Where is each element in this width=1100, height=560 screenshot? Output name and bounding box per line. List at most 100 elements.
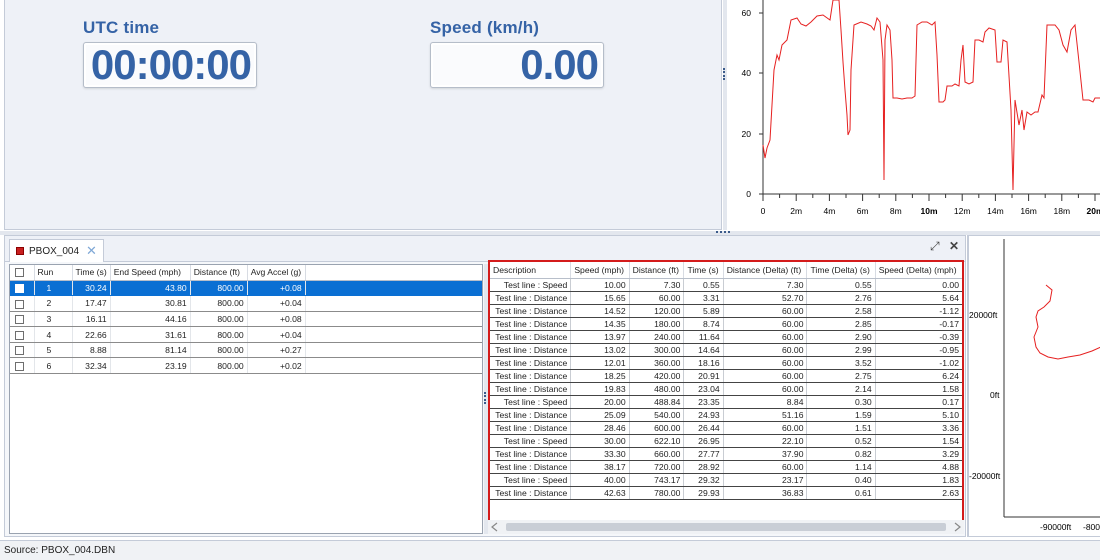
detail-cell: 5.89 <box>683 304 724 318</box>
detail-col-time-delta[interactable]: Time (Delta) (s) <box>806 262 876 279</box>
close-panel-icon[interactable]: ✕ <box>949 239 959 253</box>
detail-cell: 60.00 <box>723 356 808 370</box>
detail-row[interactable]: Test line : Distance 13.97 240.00 11.64 60.0… <box>490 330 962 344</box>
detail-cell: 0.82 <box>806 447 876 461</box>
detail-row[interactable]: Test line : Distance 14.52 120.00 5.89 60.00… <box>490 304 962 318</box>
detail-cell: 1.59 <box>806 408 876 422</box>
splitter-grip-icon <box>723 68 725 80</box>
checkbox-icon <box>15 299 24 309</box>
detail-row[interactable]: Test line : Distance 12.01 360.00 18.16 60.0… <box>490 356 962 370</box>
detail-cell: 3.52 <box>806 356 876 370</box>
select-all-checkbox[interactable] <box>10 265 35 281</box>
run-cell: +0.02 <box>247 357 306 375</box>
detail-cell: 13.02 <box>570 343 630 357</box>
detail-col-distance-delta[interactable]: Distance (Delta) (ft) <box>723 262 808 279</box>
detail-cell: Test line : Distance <box>490 369 572 383</box>
detail-cell: 1.51 <box>806 421 876 435</box>
runs-col-time[interactable]: Time (s) <box>72 265 111 281</box>
detail-row[interactable]: Test line : Distance 42.63 780.00 29.93 36.8… <box>490 486 962 500</box>
detail-row[interactable]: Test line : Distance 14.35 180.00 8.74 60.00… <box>490 317 962 331</box>
run-filler-cell <box>305 342 482 359</box>
run-cell: +0.08 <box>247 311 306 328</box>
detail-cell: Test line : Distance <box>490 486 572 500</box>
detail-row[interactable]: Test line : Distance 13.02 300.00 14.64 60.0… <box>490 343 962 357</box>
detail-cell: 28.46 <box>570 421 630 435</box>
position-chart-pane: 20000ft 0ft -20000ft -90000ft -8000 <box>967 235 1100 537</box>
close-icon[interactable]: ✕ <box>86 243 97 259</box>
run-checkbox[interactable] <box>10 295 35 312</box>
position-x-tick: -8000 <box>1083 522 1100 532</box>
detail-col-distance[interactable]: Distance (ft) <box>629 262 685 279</box>
detail-cell: 18.16 <box>683 356 724 370</box>
speed-chart-pane: 0 20 40 60 0 2m 4m 6m 8m 10m 12m 14m 16m 18m 20m <box>727 0 1100 230</box>
run-cell: 5 <box>34 342 73 359</box>
runs-col-avg-accel[interactable]: Avg Accel (g) <box>247 265 306 281</box>
detail-header-row: Description Speed (mph) Distance (ft) Ti… <box>490 262 962 279</box>
detail-cell: 540.00 <box>629 408 685 422</box>
detail-row[interactable]: Test line : Speed 40.00 743.17 29.32 23.17 0.… <box>490 473 962 487</box>
run-row[interactable]: 2 17.47 30.81 800.00 +0.04 <box>10 295 482 312</box>
detail-cell: 27.77 <box>683 447 724 461</box>
detail-cell: 14.52 <box>570 304 630 318</box>
detail-row[interactable]: Test line : Distance 38.17 720.00 28.92 60.0… <box>490 460 962 474</box>
detail-row[interactable]: Test line : Distance 33.30 660.00 27.77 37.9… <box>490 447 962 461</box>
detail-cell: 1.14 <box>806 460 876 474</box>
detail-cell: Test line : Distance <box>490 460 572 474</box>
detail-cell: 60.00 <box>723 460 808 474</box>
detail-cell: Test line : Distance <box>490 382 572 396</box>
horizontal-scrollbar[interactable] <box>488 520 964 534</box>
detail-cell: 1.83 <box>875 473 962 487</box>
detail-cell: 5.10 <box>875 408 962 422</box>
runs-col-end-speed[interactable]: End Speed (mph) <box>110 265 191 281</box>
detail-cell: 300.00 <box>629 343 685 357</box>
run-row[interactable]: 4 22.66 31.61 800.00 +0.04 <box>10 326 482 343</box>
split-detail-table: Description Speed (mph) Distance (ft) Ti… <box>488 260 964 530</box>
runs-col-distance[interactable]: Distance (ft) <box>190 265 248 281</box>
detail-cell: 29.32 <box>683 473 724 487</box>
run-checkbox[interactable] <box>10 342 35 359</box>
detail-cell: 60.00 <box>723 382 808 396</box>
run-cell: 800.00 <box>190 342 248 359</box>
detail-cell: 1.58 <box>875 382 962 396</box>
detail-row[interactable]: Test line : Distance 28.46 600.00 26.44 60.0… <box>490 421 962 435</box>
run-checkbox[interactable] <box>10 311 35 328</box>
runs-col-run[interactable]: Run <box>34 265 73 281</box>
expand-icon[interactable]: ⤢ <box>930 239 940 254</box>
detail-col-time[interactable]: Time (s) <box>683 262 724 279</box>
run-checkbox[interactable] <box>10 357 35 375</box>
detail-row[interactable]: Test line : Speed 10.00 7.30 0.55 7.30 0.55 0.… <box>490 278 962 292</box>
run-checkbox[interactable] <box>10 326 35 343</box>
run-cell: 30.81 <box>110 295 191 312</box>
detail-row[interactable]: Test line : Speed 30.00 622.10 26.95 22.10 0.… <box>490 434 962 448</box>
speed-x-tick: 10m <box>920 206 937 216</box>
detail-row[interactable]: Test line : Distance 19.83 480.00 23.04 60.0… <box>490 382 962 396</box>
detail-cell: 11.64 <box>683 330 724 344</box>
run-checkbox[interactable] <box>10 280 35 297</box>
run-row[interactable]: 6 32.34 23.19 800.00 +0.02 <box>10 357 482 375</box>
detail-cell: 13.97 <box>570 330 630 344</box>
detail-cell: 0.52 <box>806 434 876 448</box>
detail-cell: 4.88 <box>875 460 962 474</box>
checkbox-icon <box>15 283 24 293</box>
run-cell: 800.00 <box>190 326 248 343</box>
run-cell: 31.61 <box>110 326 191 343</box>
detail-row[interactable]: Test line : Distance 15.65 60.00 3.31 52.70 2… <box>490 291 962 305</box>
detail-row[interactable]: Test line : Distance 18.25 420.00 20.91 60.0… <box>490 369 962 383</box>
detail-cell: 19.83 <box>570 382 630 396</box>
run-row[interactable]: 3 16.11 44.16 800.00 +0.08 <box>10 311 482 328</box>
detail-cell: 18.25 <box>570 369 630 383</box>
detail-col-speed[interactable]: Speed (mph) <box>570 262 630 279</box>
detail-row[interactable]: Test line : Speed 20.00 488.84 23.35 8.84 0.3… <box>490 395 962 409</box>
scrollbar-thumb[interactable] <box>506 523 946 531</box>
detail-col-description[interactable]: Description <box>490 262 572 279</box>
checkbox-icon <box>15 346 24 356</box>
tab-pbox-004[interactable]: PBOX_004 ✕ <box>9 239 104 262</box>
run-cell: 22.66 <box>72 326 111 343</box>
detail-cell: 38.17 <box>570 460 630 474</box>
detail-col-speed-delta[interactable]: Speed (Delta) (mph) <box>875 262 962 279</box>
detail-cell: Test line : Speed <box>490 395 572 409</box>
run-row[interactable]: 5 8.88 81.14 800.00 +0.27 <box>10 342 482 359</box>
run-cell: 8.88 <box>72 342 111 359</box>
run-row[interactable]: 1 30.24 43.80 800.00 +0.08 <box>10 280 482 297</box>
detail-row[interactable]: Test line : Distance 25.09 540.00 24.93 51.1… <box>490 408 962 422</box>
